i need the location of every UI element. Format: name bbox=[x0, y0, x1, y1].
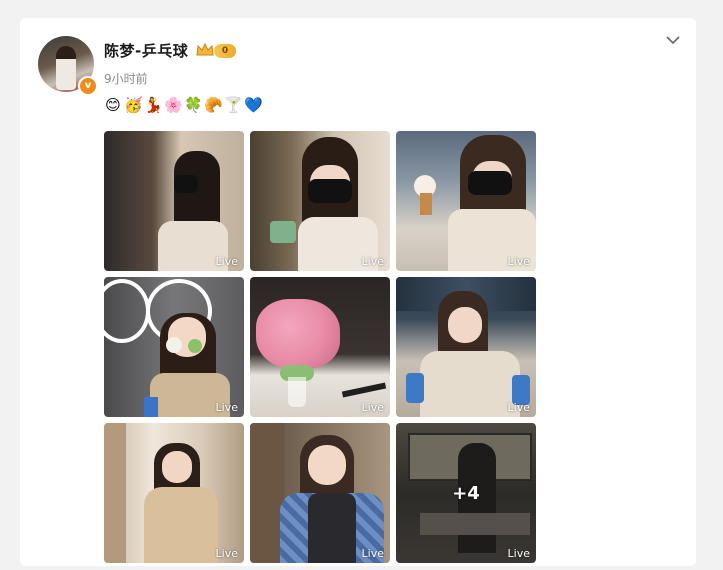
verified-badge-icon: v bbox=[78, 76, 98, 96]
live-label: Live bbox=[215, 255, 238, 268]
photo-thumbnail[interactable]: Live bbox=[396, 131, 536, 271]
photo-thumbnail[interactable]: Live bbox=[104, 423, 244, 563]
live-label: Live bbox=[507, 401, 530, 414]
live-label: Live bbox=[215, 547, 238, 560]
emoji-party-icon: 🥳 bbox=[124, 96, 143, 114]
emoji-clover-icon: 🍀 bbox=[184, 96, 203, 114]
live-label: Live bbox=[215, 401, 238, 414]
post-time: 9小时前 bbox=[104, 72, 148, 86]
photo-thumbnail[interactable]: Live bbox=[250, 423, 390, 563]
more-photos-count: +4 bbox=[452, 482, 480, 504]
live-label: Live bbox=[361, 255, 384, 268]
level-badge: 0 bbox=[214, 44, 236, 58]
author-name[interactable]: 陈梦-乒乓球 bbox=[104, 40, 188, 61]
live-label: Live bbox=[361, 401, 384, 414]
emoji-cocktail-icon: 🍸 bbox=[224, 96, 243, 114]
photo-thumbnail[interactable]: Live bbox=[104, 131, 244, 271]
avatar-figure bbox=[56, 46, 76, 90]
crown-icon bbox=[196, 42, 214, 56]
live-label: Live bbox=[361, 547, 384, 560]
photo-thumbnail[interactable]: Live bbox=[250, 277, 390, 417]
live-label: Live bbox=[507, 255, 530, 268]
photo-thumbnail[interactable]: +4 Live bbox=[396, 423, 536, 563]
emoji-row: 😊 🥳 💃 🌸 🍀 🥐 🍸 💙 bbox=[104, 96, 263, 114]
photo-thumbnail[interactable]: Live bbox=[250, 131, 390, 271]
emoji-flower-icon: 🌸 bbox=[164, 96, 183, 114]
emoji-croissant-icon: 🥐 bbox=[204, 96, 223, 114]
chevron-down-icon[interactable] bbox=[665, 33, 681, 47]
emoji-dancer-icon: 💃 bbox=[144, 96, 163, 114]
photo-thumbnail[interactable]: Live bbox=[104, 277, 244, 417]
emoji-blue-heart-icon: 💙 bbox=[244, 96, 263, 114]
live-label: Live bbox=[507, 547, 530, 560]
emoji-smile-icon: 😊 bbox=[105, 96, 121, 114]
photo-thumbnail[interactable]: Live bbox=[396, 277, 536, 417]
